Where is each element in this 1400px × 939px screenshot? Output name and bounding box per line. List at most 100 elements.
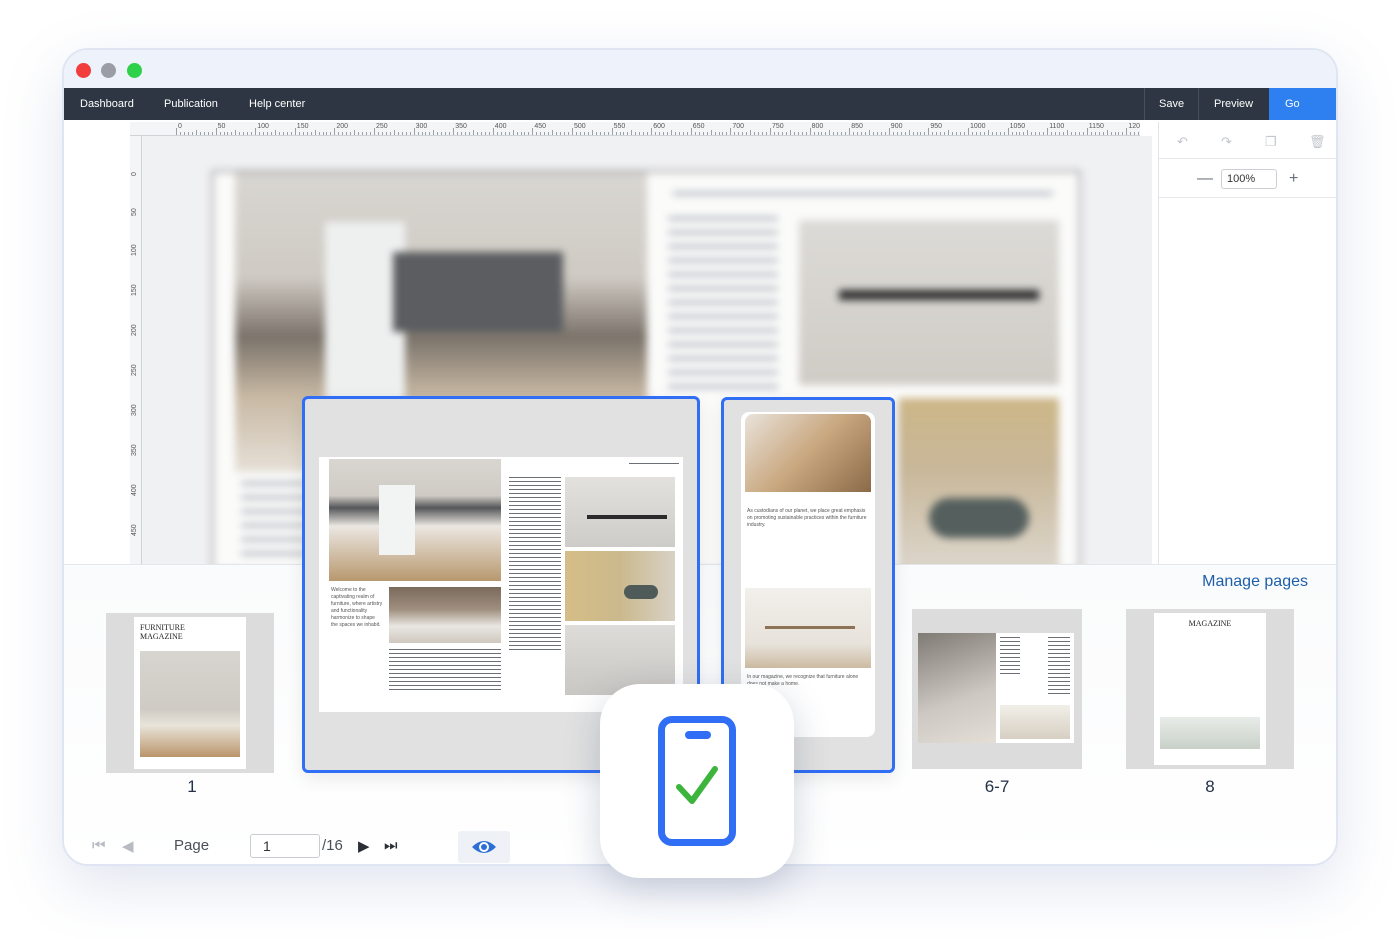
chair-photo (899, 398, 1059, 570)
ruler-minor-tick (619, 132, 621, 135)
fridge-shape (379, 485, 415, 555)
zoom-in-button[interactable]: + (1289, 170, 1298, 188)
ruler-tick (294, 128, 296, 135)
ruler-minor-tick (742, 132, 744, 135)
ruler-minor-tick (1039, 132, 1041, 135)
ruler-minor-tick (401, 132, 403, 135)
page-number-input[interactable]: 1 (250, 834, 320, 858)
save-button[interactable]: Save (1159, 88, 1184, 120)
close-window-button[interactable] (76, 63, 91, 78)
ruler-minor-tick (548, 132, 550, 135)
menu-publication[interactable]: Publication (164, 88, 218, 120)
header-line (629, 463, 679, 466)
ruler-minor-tick (1090, 132, 1092, 135)
ruler-minor-tick (667, 132, 669, 135)
ruler-minor-tick (1027, 130, 1029, 135)
undo-icon[interactable]: ↶ (1177, 134, 1188, 150)
ruler-minor-tick (884, 132, 886, 135)
ruler-minor-tick (1114, 132, 1116, 135)
ruler-minor-tick (568, 132, 570, 135)
ruler-minor-tick (872, 132, 874, 135)
ruler-minor-tick (940, 132, 942, 135)
ruler-minor-tick (785, 132, 787, 135)
redo-icon[interactable]: ↷ (1221, 134, 1232, 150)
intro-paragraph: Welcome to the captivating realm of furn… (331, 587, 383, 628)
ruler-minor-tick (318, 132, 320, 135)
ruler-label: 1200 (1128, 123, 1140, 130)
zoom-out-button[interactable]: — (1197, 170, 1213, 188)
ruler-minor-tick (797, 132, 799, 135)
ruler-minor-tick (393, 130, 395, 135)
first-page-icon[interactable]: ⏮ (92, 837, 106, 854)
ruler-minor-tick (936, 132, 938, 135)
go-live-button[interactable]: Go Live (1269, 88, 1336, 142)
ruler-minor-tick (698, 132, 700, 135)
ruler-minor-tick (512, 130, 514, 135)
ruler-label: 1000 (970, 123, 986, 130)
back-cover-page: MAGAZINE (1154, 613, 1266, 765)
ruler-minor-tick (508, 132, 510, 135)
ruler-minor-tick (595, 132, 597, 135)
ruler-minor-tick (421, 132, 423, 135)
ruler-minor-tick (635, 132, 637, 135)
page-thumbnail-1[interactable]: FURNITURE MAGAZINE (106, 613, 274, 773)
ruler-tick (413, 128, 415, 135)
prev-page-icon[interactable]: ◀ (122, 837, 134, 855)
ruler-minor-tick (682, 132, 684, 135)
ruler-minor-tick (409, 132, 411, 135)
page-thumbnail-8[interactable]: MAGAZINE (1126, 609, 1294, 769)
room-photo (1160, 717, 1260, 749)
ruler-minor-tick (342, 132, 344, 135)
ruler-minor-tick (825, 132, 827, 135)
vertical-ruler: 0 50 100 150 200 250 300 350 400 450 (130, 136, 142, 566)
ruler-minor-tick (1055, 132, 1057, 135)
ruler-minor-tick (1063, 132, 1065, 135)
ruler-minor-tick (314, 130, 316, 135)
ruler-minor-tick (987, 130, 989, 135)
copy-icon[interactable]: ❐ (1265, 134, 1277, 150)
ruler-label: 400 (494, 123, 507, 130)
ruler-minor-tick (789, 130, 791, 135)
ruler-minor-tick (607, 132, 609, 135)
next-page-icon[interactable]: ▶ (358, 837, 370, 855)
manage-pages-link[interactable]: Manage pages (1202, 573, 1308, 591)
ruler-minor-tick (623, 132, 625, 135)
ruler-minor-tick (777, 132, 779, 135)
table-photo (799, 220, 1059, 385)
ruler-minor-tick (718, 132, 720, 135)
ruler-minor-tick (615, 132, 617, 135)
spread-page: Welcome to the captivating realm of furn… (319, 457, 683, 712)
maximize-window-button[interactable] (127, 63, 142, 78)
page-label-1: 1 (187, 777, 197, 796)
ruler-minor-tick (366, 132, 368, 135)
delete-icon[interactable]: 🗑 (1309, 134, 1326, 150)
menu-dashboard[interactable]: Dashboard (80, 88, 134, 120)
ruler-minor-tick (278, 132, 280, 135)
ruler-minor-tick (1106, 130, 1108, 135)
ruler-minor-tick (587, 132, 589, 135)
ruler-tick (968, 128, 969, 135)
page-thumbnail-6-7[interactable] (912, 609, 1082, 769)
ruler-minor-tick (579, 132, 581, 135)
ruler-minor-tick (251, 132, 253, 135)
ruler-minor-tick (338, 132, 340, 135)
ruler-label: 500 (574, 123, 586, 130)
page-label-8: 8 (1205, 777, 1215, 796)
ruler-minor-tick (350, 132, 352, 135)
minimize-window-button[interactable] (101, 63, 116, 78)
zoom-input[interactable]: 100% (1221, 169, 1277, 189)
last-page-icon[interactable]: ⏭ (384, 837, 398, 854)
ruler-minor-tick (932, 132, 934, 135)
menu-help-center[interactable]: Help center (249, 88, 305, 120)
ruler-minor-tick (469, 132, 471, 135)
ruler-label: 650 (692, 123, 705, 130)
ruler-minor-tick (488, 132, 490, 135)
ruler-minor-tick (437, 132, 439, 135)
ruler-minor-tick (869, 130, 870, 135)
page-total: /16 (322, 837, 343, 854)
ruler-label: 200 (131, 324, 138, 336)
preview-button[interactable]: Preview (1214, 88, 1253, 120)
desk-top (765, 626, 855, 629)
ruler-label: 300 (131, 404, 138, 416)
preview-toggle-button[interactable] (458, 831, 510, 863)
